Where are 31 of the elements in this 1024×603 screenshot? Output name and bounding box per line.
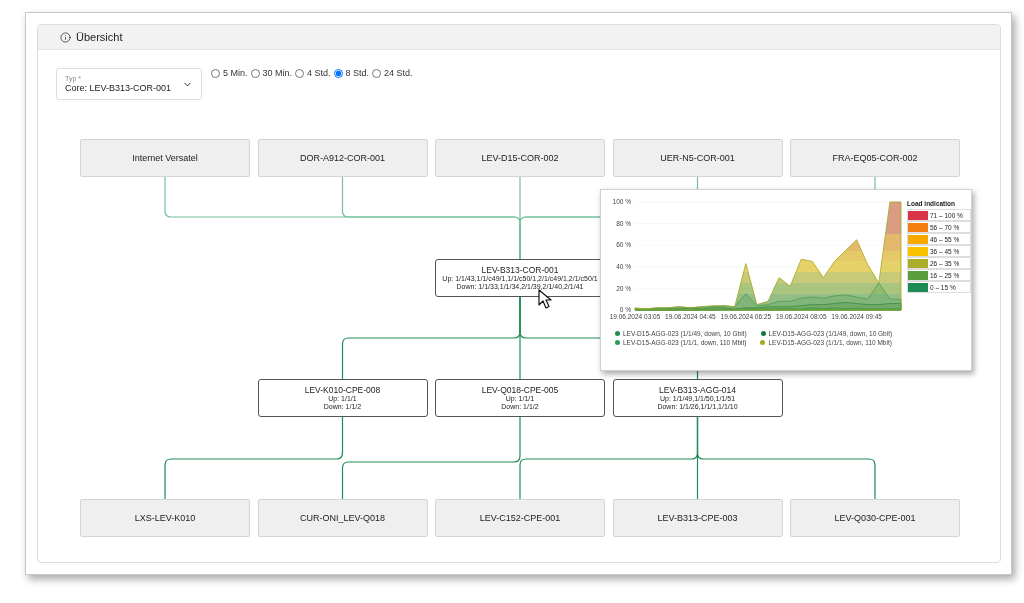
radio-button[interactable] xyxy=(250,68,260,78)
network-node[interactable]: LEV-B313-CPE-003 xyxy=(612,499,783,537)
network-node[interactable]: LEV-D15-COR-002 xyxy=(435,139,605,177)
radio-button[interactable] xyxy=(372,68,382,78)
legend-dot xyxy=(760,331,766,336)
card-title: Übersicht xyxy=(76,31,123,43)
node-name: LEV-B313-AGG-014 xyxy=(659,384,736,395)
radio-label: 5 Min. xyxy=(223,68,248,78)
network-node[interactable]: CUR-ONI_LEV-Q018 xyxy=(257,499,428,537)
radio-label: 24 Std. xyxy=(384,68,413,78)
radio-button[interactable] xyxy=(211,68,220,78)
radio-label: 8 Std. xyxy=(345,68,370,78)
network-node[interactable]: FRA-EQ05-COR-002 xyxy=(790,139,960,177)
legend-dot xyxy=(760,340,766,345)
network-node[interactable]: LEV-C152-CPE-001 xyxy=(435,499,605,537)
radio-label: 4 Std. xyxy=(307,68,331,78)
info-icon xyxy=(60,31,71,43)
node-name: LEV-B313-COR-001 xyxy=(481,264,559,275)
network-node[interactable]: UER-N5-COR-001 xyxy=(612,139,783,177)
radio-button[interactable] xyxy=(333,68,343,78)
cursor-icon xyxy=(538,289,552,309)
node-name: LEV-K010-CPE-008 xyxy=(304,384,381,395)
radio-button[interactable] xyxy=(295,68,305,78)
network-node[interactable]: Internet Versatel xyxy=(80,139,250,177)
node-name: LEV-Q018-CPE-005 xyxy=(481,384,559,395)
network-node[interactable]: LXS-LEV-K010 xyxy=(80,499,250,537)
radio-label: 30 Min. xyxy=(262,68,293,78)
network-node[interactable]: LEV-Q030-CPE-001 xyxy=(790,499,960,537)
network-node[interactable]: DOR-A912-COR-001 xyxy=(257,139,428,177)
legend-dot xyxy=(615,331,620,336)
legend-dot xyxy=(615,340,620,345)
